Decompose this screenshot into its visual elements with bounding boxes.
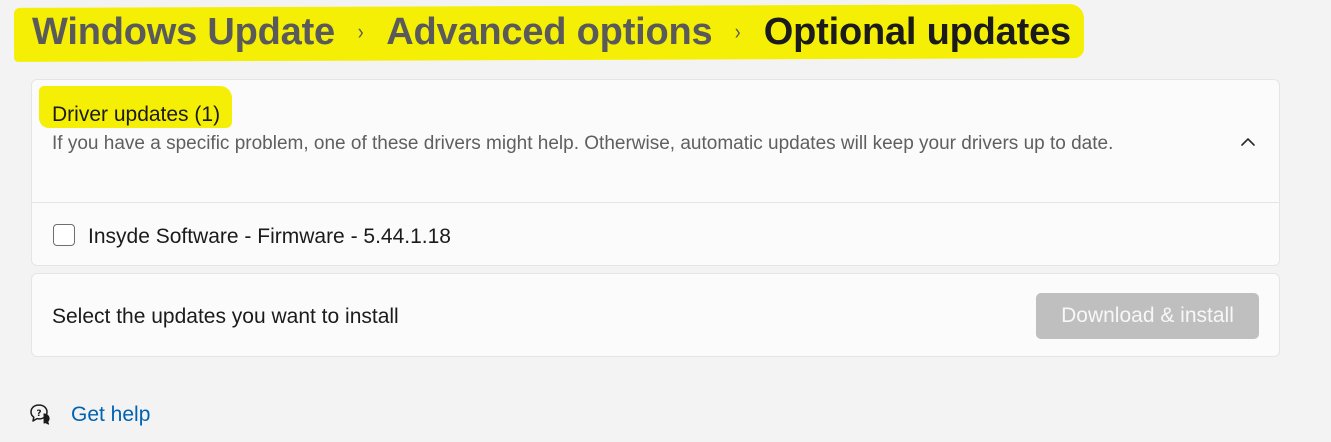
breadcrumb-separator-icon: › (357, 19, 364, 44)
install-instruction-text: Select the updates you want to install (52, 305, 399, 328)
breadcrumb-separator-icon: › (735, 19, 742, 44)
driver-updates-description: If you have a specific problem, one of t… (52, 133, 1114, 154)
get-help-icon[interactable]: ? (28, 402, 52, 426)
page-title: Optional updates (763, 11, 1071, 53)
breadcrumb-advanced-options[interactable]: Advanced options (386, 8, 712, 56)
driver-update-label[interactable]: Insyde Software - Firmware - 5.44.1.18 (88, 222, 451, 252)
download-install-button[interactable]: Download & install (1036, 293, 1259, 339)
driver-updates-title: Driver updates (1) (52, 103, 221, 126)
chevron-up-icon[interactable] (1237, 131, 1259, 153)
breadcrumb: Windows Update › Advanced options › Opti… (32, 6, 1071, 58)
driver-update-checkbox[interactable] (53, 224, 75, 246)
breadcrumb-windows-update[interactable]: Windows Update (32, 8, 335, 56)
get-help-link[interactable]: Get help (71, 400, 150, 430)
svg-text:?: ? (36, 409, 41, 419)
